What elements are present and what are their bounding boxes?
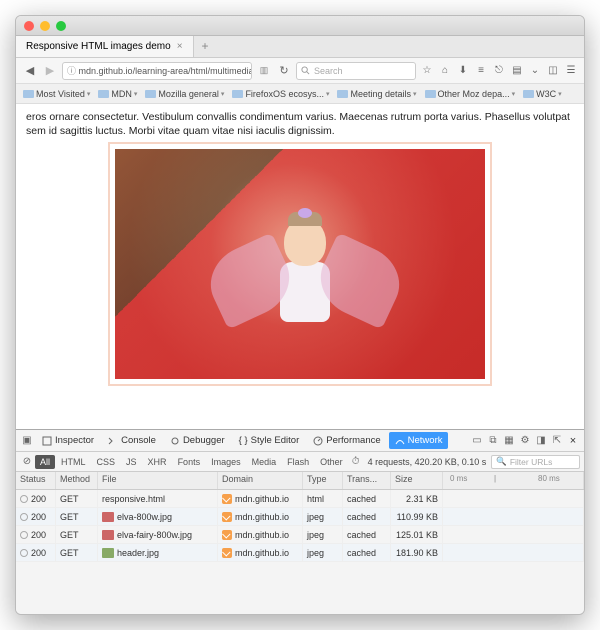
search-icon: [301, 66, 310, 75]
bookmark-item[interactable]: MDN▾: [95, 88, 140, 100]
table-row[interactable]: 200GETheader.jpgmdn.github.iojpegcached1…: [16, 544, 584, 562]
bookmark-item[interactable]: Mozilla general▾: [142, 88, 227, 100]
devtools-panel: ▣ Inspector Console Debugger { }Style Ed…: [16, 429, 584, 614]
network-table-body: 200GETresponsive.htmlmdn.github.iohtmlca…: [16, 490, 584, 562]
new-tab-button[interactable]: +: [194, 36, 217, 57]
search-input[interactable]: Search: [296, 62, 416, 80]
filter-flash[interactable]: Flash: [282, 455, 314, 469]
filter-urls-input[interactable]: 🔍Filter URLs: [491, 455, 580, 469]
bookmarks-toolbar: Most Visited▾ MDN▾ Mozilla general▾ Fire…: [16, 84, 584, 104]
tab-title: Responsive HTML images demo: [26, 41, 171, 52]
tab-network[interactable]: Network: [389, 432, 449, 449]
tab-close-icon[interactable]: ×: [177, 41, 183, 52]
devtools-tabs: ▣ Inspector Console Debugger { }Style Ed…: [16, 430, 584, 452]
titlebar: [16, 16, 584, 36]
filter-media[interactable]: Media: [247, 455, 282, 469]
close-window-button[interactable]: [24, 21, 34, 31]
tab-strip: Responsive HTML images demo × +: [16, 36, 584, 58]
timer-icon[interactable]: ⏱: [349, 456, 363, 467]
filter-fonts[interactable]: Fonts: [173, 455, 206, 469]
responsive-mode-icon[interactable]: ▦: [502, 435, 516, 446]
table-row[interactable]: 200GETelva-800w.jpgmdn.github.iojpegcach…: [16, 508, 584, 526]
bookmarks-icon[interactable]: ▤: [510, 65, 524, 76]
zoom-window-button[interactable]: [56, 21, 66, 31]
split-console-icon[interactable]: ⧉: [486, 435, 500, 446]
reload-button[interactable]: ↻: [276, 64, 292, 77]
undock-icon[interactable]: ⇱: [550, 435, 564, 446]
downloads-icon[interactable]: ⬇: [456, 65, 470, 76]
filter-css[interactable]: CSS: [92, 455, 121, 469]
filter-html[interactable]: HTML: [56, 455, 91, 469]
bookmark-item[interactable]: Meeting details▾: [334, 88, 419, 100]
network-summary: 4 requests, 420.20 KB, 0.10 s: [364, 457, 491, 467]
browser-window: Responsive HTML images demo × + ◀ ▶ ⓘ md…: [15, 15, 585, 615]
bookmark-item[interactable]: FirefoxOS ecosys...▾: [229, 88, 332, 100]
filter-xhr[interactable]: XHR: [143, 455, 172, 469]
search-placeholder: Search: [314, 66, 343, 76]
tab-style-editor[interactable]: { }Style Editor: [233, 432, 306, 449]
paragraph-text: eros ornare consectetur. Vestibulum conv…: [26, 110, 574, 138]
home-icon[interactable]: ⌂: [438, 65, 452, 76]
hero-image: [110, 144, 490, 384]
dock-side-icon[interactable]: ◨: [534, 435, 548, 446]
reader-mode-icon[interactable]: ▥: [256, 65, 272, 76]
addons-icon[interactable]: ◫: [546, 65, 560, 76]
tab-inspector[interactable]: Inspector: [36, 432, 100, 449]
forward-button[interactable]: ▶: [42, 63, 58, 79]
filter-other[interactable]: Other: [315, 455, 348, 469]
back-button[interactable]: ◀: [22, 63, 38, 79]
tab-debugger[interactable]: Debugger: [164, 432, 231, 449]
iframe-picker-icon[interactable]: ▣: [20, 435, 34, 446]
table-row[interactable]: 200GETresponsive.htmlmdn.github.iohtmlca…: [16, 490, 584, 508]
bookmark-item[interactable]: Most Visited▾: [20, 88, 93, 100]
filter-all[interactable]: All: [35, 455, 55, 469]
clear-icon[interactable]: ⊘: [20, 456, 34, 467]
filter-js[interactable]: JS: [121, 455, 142, 469]
network-filter-bar: ⊘ All HTML CSS JS XHR Fonts Images Media…: [16, 452, 584, 472]
filter-images[interactable]: Images: [206, 455, 246, 469]
bookmark-item[interactable]: Other Moz depa...▾: [422, 88, 519, 100]
navigation-toolbar: ◀ ▶ ⓘ mdn.github.io/learning-area/html/m…: [16, 58, 584, 84]
browser-tab[interactable]: Responsive HTML images demo ×: [16, 36, 194, 57]
settings-icon[interactable]: ⚙: [518, 435, 532, 446]
devtools-close-icon[interactable]: ×: [566, 435, 580, 447]
minimize-window-button[interactable]: [40, 21, 50, 31]
share-icon[interactable]: ⎋: [492, 65, 506, 76]
network-table-header: Status Method File Domain Type Trans... …: [16, 472, 584, 490]
table-row[interactable]: 200GETelva-fairy-800w.jpgmdn.github.iojp…: [16, 526, 584, 544]
bookmark-item[interactable]: W3C▾: [520, 88, 565, 100]
history-icon[interactable]: ≡: [474, 65, 488, 76]
url-input[interactable]: ⓘ mdn.github.io/learning-area/html/multi…: [62, 62, 252, 80]
pocket-icon[interactable]: ⌄: [528, 65, 542, 76]
menu-icon[interactable]: ☰: [564, 65, 578, 76]
tab-performance[interactable]: Performance: [307, 432, 386, 449]
star-icon[interactable]: ☆: [420, 65, 434, 76]
page-content: eros ornare consectetur. Vestibulum conv…: [16, 104, 584, 429]
toolbox-options-icon[interactable]: ▭: [470, 435, 484, 446]
tab-console[interactable]: Console: [102, 432, 162, 449]
url-text: mdn.github.io/learning-area/html/multime…: [79, 66, 252, 76]
